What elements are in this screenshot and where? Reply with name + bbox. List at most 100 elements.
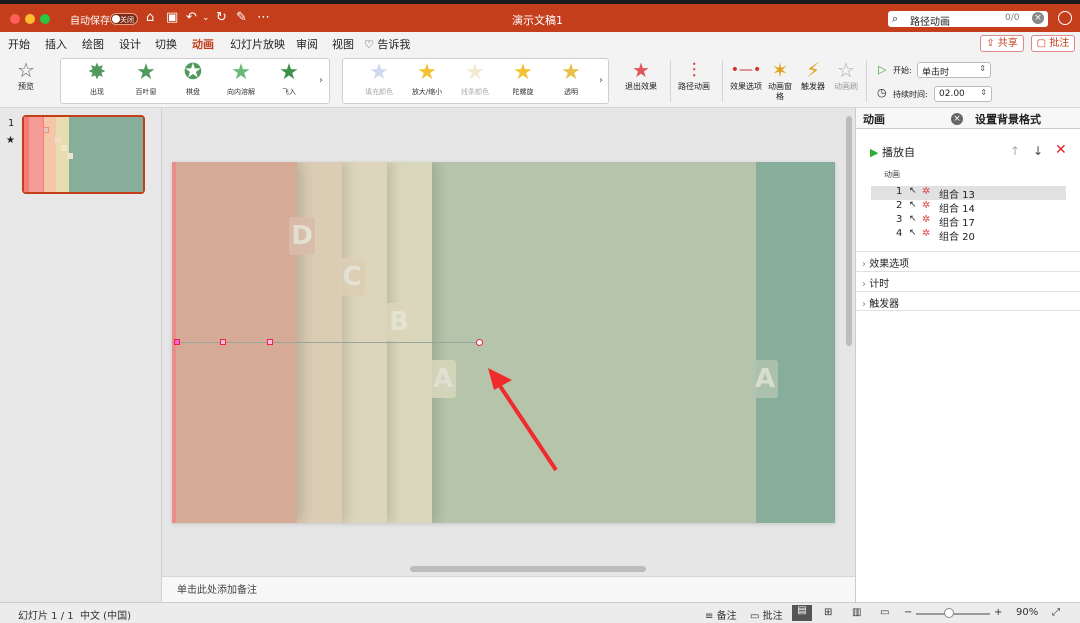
- zoom-in-icon[interactable]: +: [994, 607, 1002, 618]
- clear-search-icon[interactable]: ×: [1032, 12, 1044, 24]
- effect-dissolve[interactable]: ★ 向内溶解: [219, 61, 263, 97]
- tab-animations[interactable]: 动画: [192, 36, 214, 57]
- entrance-more-chevron-icon[interactable]: ›: [319, 75, 323, 86]
- undo-icon[interactable]: ↶: [186, 11, 197, 25]
- more-icon[interactable]: ⋯: [257, 11, 270, 25]
- click-cursor-icon: ↖: [909, 228, 917, 238]
- feedback-smiley-icon[interactable]: [1058, 11, 1072, 25]
- pane-tab-background[interactable]: 设置背景格式: [975, 111, 1041, 127]
- effect-checkerboard[interactable]: ✪ 棋盘: [171, 61, 215, 97]
- normal-view-icon[interactable]: ▤: [792, 605, 812, 621]
- effect-grow-shrink[interactable]: ★ 放大/缩小: [405, 61, 449, 97]
- motion-path-button[interactable]: ⫶ 路径动画: [676, 58, 712, 92]
- tab-tell-me[interactable]: ♡ 告诉我: [364, 36, 410, 52]
- reading-view-icon[interactable]: ▥: [852, 607, 861, 618]
- strip-a-right[interactable]: [756, 162, 835, 523]
- horizontal-scrollbar[interactable]: [410, 566, 646, 572]
- effect-spin[interactable]: ★ 陀螺旋: [501, 61, 545, 97]
- vertical-scrollbar[interactable]: [846, 116, 852, 346]
- section-timing[interactable]: › 计时: [856, 271, 1080, 291]
- animation-item-2[interactable]: 2 ↖ ✲ 组合 14: [871, 200, 1066, 215]
- slide-sorter-icon[interactable]: ⊞: [824, 607, 832, 618]
- undo-dropdown-icon[interactable]: ⌄: [202, 11, 210, 25]
- zoom-out-icon[interactable]: −: [904, 607, 912, 618]
- path-start-marker[interactable]: [174, 339, 180, 345]
- click-cursor-icon: ↖: [909, 200, 917, 210]
- tab-label-a-right[interactable]: A: [752, 360, 778, 398]
- effect-options-label: 效果选项: [730, 82, 762, 91]
- path-marker-2[interactable]: [220, 339, 226, 345]
- duration-stepper[interactable]: 02.00 ⇕: [934, 86, 992, 102]
- slide-thumbnail-1[interactable]: [22, 115, 145, 194]
- animation-item-4[interactable]: 4 ↖ ✲ 组合 20: [871, 228, 1066, 243]
- notes-toggle-label: 备注: [716, 611, 737, 622]
- share-button[interactable]: ⇪ 共享: [980, 35, 1024, 52]
- autosave-toggle[interactable]: 关闭: [110, 13, 138, 25]
- animation-painter-button[interactable]: ☆ 动画刷: [834, 58, 858, 92]
- tab-draw[interactable]: 绘图: [82, 36, 104, 52]
- tab-slideshow[interactable]: 幻灯片放映: [230, 36, 285, 52]
- section-effect-options[interactable]: › 效果选项: [856, 251, 1080, 271]
- trigger-button[interactable]: ⚡ 触发器: [798, 58, 828, 92]
- tab-design[interactable]: 设计: [119, 36, 141, 52]
- redo-icon[interactable]: ↻: [216, 11, 227, 25]
- path-marker-3[interactable]: [267, 339, 273, 345]
- language-indicator[interactable]: 中文 (中国): [80, 607, 131, 622]
- tab-home[interactable]: 开始: [8, 36, 30, 52]
- star-spin-icon: ★: [513, 60, 533, 85]
- play-from-button[interactable]: ▶ 播放自: [870, 144, 915, 160]
- effect-options-button[interactable]: •—• 效果选项: [728, 58, 764, 92]
- slideshow-view-icon[interactable]: ▭: [880, 607, 889, 618]
- fit-to-window-icon[interactable]: ⤢: [1052, 607, 1060, 618]
- motion-path-star-icon: ✲: [922, 200, 931, 211]
- move-up-icon[interactable]: ↑: [1010, 144, 1020, 158]
- emphasis-more-chevron-icon[interactable]: ›: [599, 75, 603, 86]
- save-icon[interactable]: ▣: [166, 11, 178, 25]
- tab-transitions[interactable]: 切换: [155, 36, 177, 52]
- close-window-button[interactable]: [10, 14, 20, 24]
- pane-tab-animation[interactable]: 动画: [863, 111, 885, 127]
- animation-item-3[interactable]: 3 ↖ ✲ 组合 17: [871, 214, 1066, 229]
- start-select[interactable]: 单击时 ⇕: [917, 62, 991, 78]
- effect-transparent[interactable]: ★ 透明: [549, 61, 593, 97]
- notes-toggle[interactable]: ≡ 备注: [705, 607, 737, 622]
- effect-flyin[interactable]: ★ 飞入: [267, 61, 311, 97]
- animation-item-1[interactable]: 1 ↖ ✲ 组合 13: [871, 186, 1066, 201]
- close-pane-icon[interactable]: ×: [951, 113, 963, 125]
- section-triggers[interactable]: › 触发器: [856, 291, 1080, 311]
- slide-editor[interactable]: D C B A A: [162, 108, 855, 576]
- zoom-level[interactable]: 90%: [1016, 607, 1038, 618]
- comments-toggle[interactable]: ▭ 批注: [750, 607, 783, 622]
- animation-pane-button[interactable]: ✶ 动画窗格: [768, 58, 792, 102]
- edit-icon[interactable]: ✎: [236, 11, 247, 25]
- zoom-slider-thumb[interactable]: [944, 608, 954, 618]
- effect-blinds[interactable]: ★ 百叶窗: [124, 61, 168, 97]
- star-appear-icon: ✸: [87, 60, 107, 85]
- star-fill-icon: ★: [369, 60, 389, 85]
- path-end-marker[interactable]: [476, 339, 483, 346]
- motion-path-star-icon: ✲: [922, 228, 931, 239]
- effect-line-color[interactable]: ★ 线条颜色: [453, 61, 497, 97]
- tab-review[interactable]: 审阅: [296, 36, 318, 52]
- tab-label-a[interactable]: A: [430, 360, 456, 398]
- home-icon[interactable]: ⌂: [146, 11, 154, 25]
- comments-button[interactable]: ▢ 批注: [1031, 35, 1075, 52]
- search-input[interactable]: 路径动画: [910, 13, 950, 28]
- effect-fill-color[interactable]: ★ 填充颜色: [357, 61, 401, 97]
- exit-effects-button[interactable]: ★ 退出效果: [620, 58, 662, 92]
- remove-animation-icon[interactable]: ✕: [1055, 142, 1067, 158]
- tab-label-c[interactable]: C: [339, 258, 365, 296]
- maximize-window-button[interactable]: [40, 14, 50, 24]
- tab-insert[interactable]: 插入: [45, 36, 67, 52]
- minimize-window-button[interactable]: [25, 14, 35, 24]
- slide-canvas[interactable]: D C B A A: [172, 162, 835, 523]
- effect-appear[interactable]: ✸ 出现: [75, 61, 119, 97]
- notes-area[interactable]: 单击此处添加备注: [162, 576, 855, 602]
- move-down-icon[interactable]: ↓: [1033, 144, 1043, 158]
- tab-view[interactable]: 视图: [332, 36, 354, 52]
- search-box[interactable]: ⌕ 路径动画 0/0 ×: [888, 11, 1048, 28]
- preview-button[interactable]: ☆ 预览: [8, 58, 44, 92]
- tab-label-b[interactable]: B: [386, 303, 412, 341]
- tab-label-d[interactable]: D: [289, 217, 315, 255]
- motion-path-label: 路径动画: [678, 82, 710, 91]
